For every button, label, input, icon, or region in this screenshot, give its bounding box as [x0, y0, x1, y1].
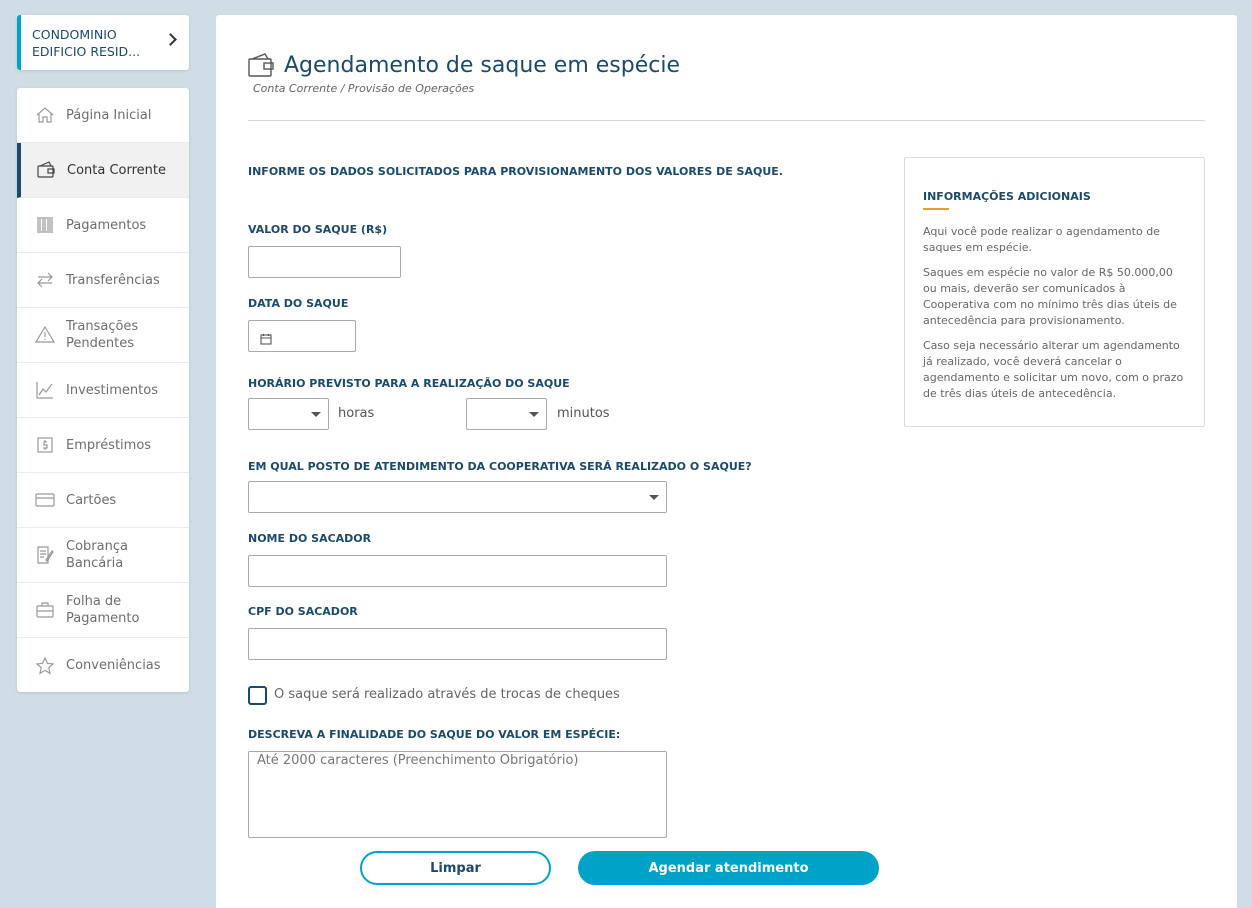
sidebar-item-emprestimos[interactable]: Empréstimos	[17, 418, 189, 473]
cpf-label: CPF DO SACADOR	[248, 605, 358, 618]
invoice-icon	[34, 544, 56, 566]
home-icon	[34, 104, 56, 126]
date-label: DATA DO SAQUE	[248, 297, 349, 310]
breadcrumb: Conta Corrente / Provisão de Operações	[253, 82, 475, 95]
sidebar-item-transacoes-pendentes[interactable]: Transações Pendentes	[17, 308, 189, 363]
date-input[interactable]	[248, 320, 356, 352]
caret-down-icon	[649, 495, 659, 500]
branch-label: EM QUAL POSTO DE ATENDIMENTO DA COOPERAT…	[248, 460, 752, 473]
transfer-arrows-icon	[34, 269, 56, 291]
info-paragraph: Caso seja necessário alterar um agendame…	[923, 339, 1184, 400]
cpf-input[interactable]	[248, 628, 667, 660]
cheques-checkbox[interactable]	[248, 686, 267, 705]
page-title-text: Agendamento de saque em espécie	[284, 52, 680, 78]
minutes-label: minutos	[557, 406, 610, 421]
header-divider	[248, 120, 1205, 121]
sidebar-item-label: Conta Corrente	[67, 162, 167, 178]
info-paragraph: Saques em espécie no valor de R$ 50.000,…	[923, 266, 1177, 327]
clear-button[interactable]: Limpar	[360, 851, 551, 885]
sidebar-item-label: Folha de Pagamento	[66, 594, 140, 626]
chevron-right-icon	[164, 33, 177, 46]
account-name: CONDOMINIO EDIFICIO RESID...	[32, 27, 141, 59]
sidebar-item-label: Cartões	[66, 492, 117, 508]
sidebar-item-conveniencias[interactable]: Conveniências	[17, 638, 189, 692]
branch-select[interactable]	[248, 481, 667, 513]
sidebar-item-label: Investimentos	[66, 382, 158, 398]
info-title-underline	[923, 208, 949, 210]
caret-down-icon	[529, 412, 539, 417]
sidebar-item-label: Pagamentos	[66, 217, 147, 233]
sidebar-item-transferencias[interactable]: Transferências	[17, 253, 189, 308]
credit-card-icon	[34, 489, 56, 511]
time-label: HORÁRIO PREVISTO PARA A REALIZAÇÃO DO SA…	[248, 377, 570, 390]
sidebar-item-label: Empréstimos	[66, 437, 152, 453]
info-paragraph: Aqui você pode realizar o agendamento de…	[923, 225, 1160, 254]
info-title: INFORMAÇÕES ADICIONAIS	[923, 190, 1091, 203]
minutes-select[interactable]	[466, 398, 547, 430]
sidebar-item-label: Cobrança Bancária	[66, 539, 128, 571]
sidebar-item-folha-de-pagamento[interactable]: Folha de Pagamento	[17, 583, 189, 638]
sidebar-nav: Página Inicial Conta Corrente Pagamentos…	[17, 88, 189, 692]
sidebar-item-label: Página Inicial	[66, 107, 152, 123]
amount-label: VALOR DO SAQUE (R$)	[248, 223, 388, 236]
amount-input[interactable]	[248, 246, 401, 278]
sidebar-item-label: Transações Pendentes	[66, 319, 139, 351]
purpose-label: DESCREVA A FINALIDADE DO SAQUE DO VALOR …	[248, 728, 621, 741]
wallet-icon	[35, 159, 57, 181]
wallet-icon	[247, 51, 275, 79]
name-label: NOME DO SACADOR	[248, 532, 372, 545]
chart-line-icon	[34, 379, 56, 401]
form-intro: INFORME OS DADOS SOLICITADOS PARA PROVIS…	[248, 165, 783, 178]
sidebar-item-label: Conveniências	[66, 658, 161, 673]
purpose-textarea[interactable]: Até 2000 caracteres (Preenchimento Obrig…	[248, 751, 667, 838]
sidebar-item-pagina-inicial[interactable]: Página Inicial	[17, 88, 189, 143]
sidebar-item-investimentos[interactable]: Investimentos	[17, 363, 189, 418]
sidebar-item-label: Transferências	[66, 272, 160, 288]
page-title: Agendamento de saque em espécie	[247, 51, 680, 79]
page-header: Agendamento de saque em espécie Conta Co…	[247, 51, 680, 95]
sidebar-item-cartoes[interactable]: Cartões	[17, 473, 189, 528]
warning-icon	[34, 324, 56, 346]
sidebar-item-pagamentos[interactable]: Pagamentos	[17, 198, 189, 253]
main-panel: Agendamento de saque em espécie Conta Co…	[216, 15, 1237, 908]
account-selector[interactable]: CONDOMINIO EDIFICIO RESID...	[17, 15, 189, 70]
money-icon	[34, 434, 56, 456]
hours-label: horas	[338, 406, 375, 421]
name-input[interactable]	[248, 555, 667, 587]
sidebar-item-conta-corrente[interactable]: Conta Corrente	[17, 143, 189, 198]
barcode-icon	[34, 214, 56, 236]
info-panel: INFORMAÇÕES ADICIONAIS Aqui você pode re…	[904, 157, 1205, 427]
caret-down-icon	[311, 412, 321, 417]
schedule-button[interactable]: Agendar atendimento	[578, 851, 879, 885]
cheques-checkbox-label[interactable]: O saque será realizado através de trocas…	[274, 687, 620, 702]
briefcase-icon	[34, 599, 56, 621]
hours-select[interactable]	[248, 398, 329, 430]
calendar-icon[interactable]	[260, 330, 272, 349]
sidebar-item-cobranca-bancaria[interactable]: Cobrança Bancária	[17, 528, 189, 583]
star-icon	[34, 655, 56, 677]
